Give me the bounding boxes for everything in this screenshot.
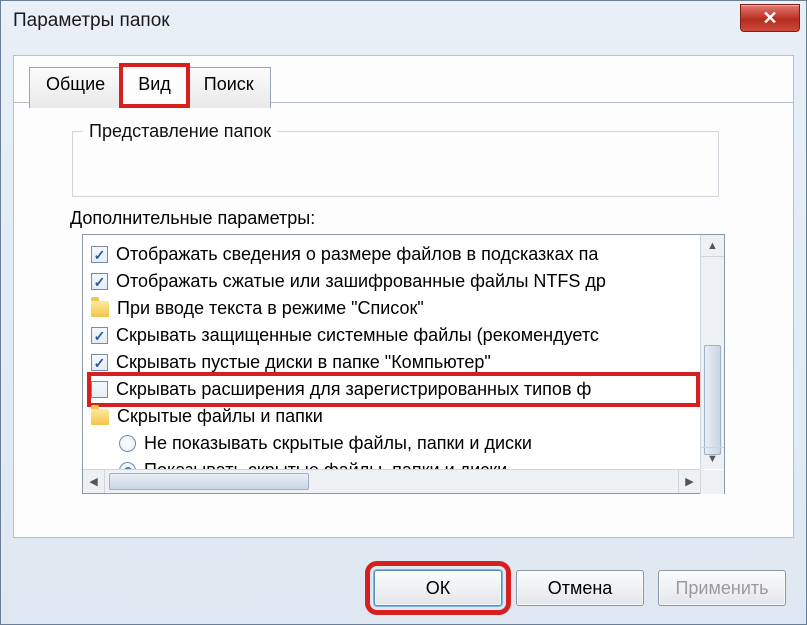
ok-button[interactable]: ОК [374, 570, 502, 606]
advanced-item-5[interactable]: Скрывать расширения для зарегистрированн… [91, 376, 696, 403]
tab-panel-view: Представление папок Дополнительные парам… [13, 55, 794, 538]
horizontal-scroll-thumb[interactable] [109, 473, 309, 490]
tab-general[interactable]: Общие [29, 67, 122, 108]
radio-icon[interactable] [119, 435, 136, 452]
advanced-item-1[interactable]: Отображать сжатые или зашифрованные файл… [91, 268, 696, 295]
folder-views-group: Представление папок [72, 121, 719, 197]
advanced-item-0[interactable]: Отображать сведения о размере файлов в п… [91, 241, 696, 268]
scroll-right-arrow-icon[interactable]: ▶ [678, 470, 700, 493]
scroll-up-arrow-icon[interactable]: ▲ [701, 235, 724, 257]
advanced-item-label: Скрывать расширения для зарегистрированн… [116, 379, 591, 400]
advanced-item-6[interactable]: Скрытые файлы и папки [91, 403, 696, 430]
checkbox-icon[interactable] [91, 246, 108, 263]
apply-button-label: Применить [675, 578, 768, 599]
titlebar: Параметры папок ✕ [1, 1, 806, 41]
cancel-button[interactable]: Отмена [516, 570, 644, 606]
checkbox-icon[interactable] [91, 273, 108, 290]
scrollbar-corner [700, 470, 724, 494]
checkbox-icon[interactable] [91, 381, 108, 398]
advanced-item-label: Отображать сведения о размере файлов в п… [116, 244, 598, 265]
advanced-item-8[interactable]: Показывать скрытые файлы, папки и диски [91, 457, 696, 469]
close-button[interactable]: ✕ [740, 4, 800, 32]
ok-button-label: ОК [426, 578, 451, 599]
scroll-left-arrow-icon[interactable]: ◀ [83, 470, 105, 493]
folder-views-legend: Представление папок [83, 121, 277, 142]
checkbox-icon[interactable] [91, 354, 108, 371]
tab-general-label: Общие [46, 74, 105, 94]
folder-icon [91, 301, 109, 317]
advanced-settings-list[interactable]: Отображать сведения о размере файлов в п… [83, 235, 700, 469]
horizontal-scroll-track[interactable] [105, 470, 678, 493]
tab-view-label: Вид [138, 74, 171, 94]
tab-strip: Общие Вид Поиск [29, 65, 270, 106]
advanced-item-label: Скрывать пустые диски в папке "Компьютер… [116, 352, 491, 373]
advanced-settings-listbox: Отображать сведения о размере файлов в п… [82, 234, 725, 494]
radio-icon[interactable] [119, 462, 136, 469]
advanced-item-label: Показывать скрытые файлы, папки и диски [144, 460, 507, 469]
tab-search[interactable]: Поиск [187, 67, 271, 108]
checkbox-icon[interactable] [91, 327, 108, 344]
advanced-item-2[interactable]: При вводе текста в режиме "Список" [91, 295, 696, 322]
advanced-item-label: Скрывать защищенные системные файлы (рек… [116, 325, 599, 346]
folder-icon [91, 409, 109, 425]
vertical-scrollbar[interactable]: ▲ ▼ [700, 235, 724, 469]
advanced-item-label: Отображать сжатые или зашифрованные файл… [116, 271, 606, 292]
advanced-item-3[interactable]: Скрывать защищенные системные файлы (рек… [91, 322, 696, 349]
advanced-settings-label: Дополнительные параметры: [70, 208, 315, 229]
horizontal-scrollbar[interactable]: ◀ ▶ [83, 469, 700, 493]
folder-options-window: Параметры папок ✕ Общие Вид Поиск Предст… [0, 0, 807, 625]
close-icon: ✕ [762, 8, 777, 29]
advanced-item-label: При вводе текста в режиме "Список" [117, 298, 424, 319]
window-title: Параметры папок [13, 10, 170, 32]
dialog-button-row: ОК Отмена Применить [1, 570, 806, 606]
tab-view[interactable]: Вид [121, 65, 188, 106]
vertical-scroll-thumb[interactable] [704, 345, 721, 455]
advanced-item-label: Не показывать скрытые файлы, папки и дис… [144, 433, 532, 454]
advanced-item-4[interactable]: Скрывать пустые диски в папке "Компьютер… [91, 349, 696, 376]
advanced-item-label: Скрытые файлы и папки [117, 406, 323, 427]
apply-button[interactable]: Применить [658, 570, 786, 606]
cancel-button-label: Отмена [548, 578, 613, 599]
advanced-item-7[interactable]: Не показывать скрытые файлы, папки и дис… [91, 430, 696, 457]
tab-search-label: Поиск [204, 74, 254, 94]
scroll-down-arrow-icon[interactable]: ▼ [701, 447, 724, 469]
